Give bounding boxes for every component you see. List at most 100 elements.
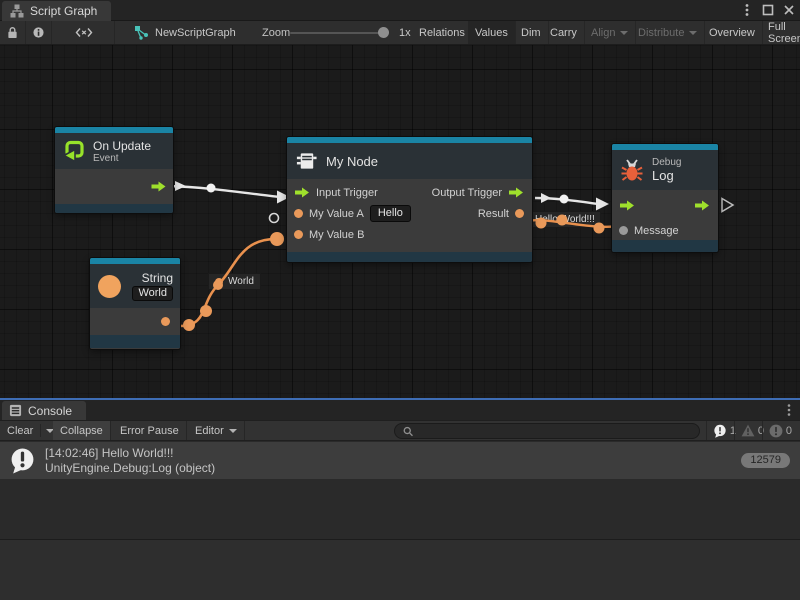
titlebar: Script Graph [0, 0, 800, 21]
align-button[interactable]: Align [584, 21, 636, 44]
chevron-down-icon [689, 31, 697, 35]
console-log-list[interactable]: [14:02:46] Hello World!!! UnityEngine.De… [0, 441, 800, 539]
lock-icon [7, 26, 18, 39]
console-toolbar: Clear Collapse Error Pause Editor [0, 420, 800, 441]
value-input-port-icon[interactable] [619, 226, 628, 235]
trigger-output-port-icon[interactable] [150, 181, 167, 192]
lock-button[interactable] [0, 21, 26, 44]
log-message: [14:02:46] Hello World!!! [45, 446, 741, 461]
node-title: My Node [326, 154, 378, 169]
tab-label: Script Graph [30, 4, 97, 18]
relations-button[interactable]: Relations [412, 21, 473, 44]
collapse-count-badge: 12579 [741, 453, 790, 468]
warning-count-icon [741, 424, 755, 437]
graph-toolbar: NewScriptGraph Zoom 1x Relations Values … [0, 21, 800, 45]
value-a-inline-field[interactable]: Hello [370, 205, 411, 222]
unconnected-trigger-triangle-icon [722, 199, 733, 212]
wire-mynode-to-debuglog[interactable] [535, 198, 598, 204]
my-node-icon [295, 150, 318, 172]
maximize-icon[interactable] [761, 3, 775, 17]
unconnected-port-circle-icon [270, 214, 279, 223]
zoom-slider[interactable] [290, 32, 382, 34]
node-debug-log[interactable]: Debug Log Message [612, 144, 718, 252]
node-on-update[interactable]: On Update Event [55, 127, 173, 213]
error-count-icon [769, 424, 783, 438]
node-title: String [129, 271, 173, 285]
kebab-menu-icon[interactable] [787, 403, 791, 420]
console-detail-pane [0, 539, 800, 600]
fullscreen-button[interactable]: Full Screen [761, 21, 800, 44]
close-icon[interactable] [782, 3, 796, 17]
wire-arrowhead-icon [596, 198, 609, 211]
info-icon [33, 26, 44, 39]
unity-visual-scripting-window: Script Graph [0, 0, 800, 600]
search-icon [403, 426, 413, 437]
node-string[interactable]: String World [90, 258, 180, 349]
port-label: Message [634, 225, 679, 237]
error-pause-button[interactable]: Error Pause [113, 421, 187, 440]
port-label: Output Trigger [432, 187, 502, 199]
console-icon [9, 404, 22, 417]
wire-onupdate-to-mynode[interactable] [168, 186, 279, 197]
string-inline-field[interactable]: World [132, 286, 173, 301]
console-panel: Console Clear Collapse Error Pause Edito… [0, 398, 800, 600]
log-info-icon [9, 447, 36, 474]
node-my-node[interactable]: My Node Input Trigger Output Trigger My … [287, 137, 532, 262]
search-input[interactable] [418, 425, 691, 437]
flow-dot [207, 184, 216, 193]
port-label: My Value B [309, 229, 364, 241]
values-button[interactable]: Values [468, 21, 516, 44]
node-footer [287, 252, 532, 262]
port-label: Result [478, 208, 509, 220]
graph-name: NewScriptGraph [155, 27, 236, 39]
tab-script-graph[interactable]: Script Graph [2, 1, 111, 21]
flow-dot [183, 319, 195, 331]
chevron-down-icon [229, 429, 237, 433]
code-icon [75, 27, 93, 38]
log-entry-row[interactable]: [14:02:46] Hello World!!! UnityEngine.De… [0, 442, 800, 479]
carry-button[interactable]: Carry [543, 21, 585, 44]
node-title: Log [652, 168, 681, 183]
string-type-icon [98, 275, 121, 298]
chevron-down-icon [620, 31, 628, 35]
wire-value-label-world: World [208, 273, 261, 290]
clear-button[interactable]: Clear [0, 421, 59, 440]
kebab-menu-icon[interactable] [740, 3, 754, 17]
edit-graph-button[interactable] [53, 21, 115, 44]
script-graph-icon [10, 4, 24, 18]
error-count-toggle[interactable]: 0 [762, 421, 798, 440]
graph-breadcrumb[interactable]: NewScriptGraph [130, 21, 243, 44]
value-output-port-icon[interactable] [161, 317, 170, 326]
flow-dot [560, 195, 569, 204]
node-footer [90, 335, 180, 348]
collapse-button[interactable]: Collapse [53, 421, 111, 440]
wire-value-label-result: Hello World!!! [529, 211, 601, 228]
node-category: Debug [652, 157, 681, 168]
trigger-input-port-icon[interactable] [294, 187, 310, 198]
value-input-port-icon[interactable] [294, 230, 303, 239]
distribute-button[interactable]: Distribute [631, 21, 705, 44]
flow-dot [200, 305, 212, 317]
log-stacktrace: UnityEngine.Debug:Log (object) [45, 461, 741, 476]
wire-start-arrow-icon [175, 181, 186, 191]
tab-console[interactable]: Console [2, 401, 86, 420]
node-subtitle: Event [93, 153, 151, 164]
search-box[interactable] [394, 423, 700, 439]
trigger-input-port-icon[interactable] [619, 200, 635, 211]
value-dot-icon [215, 278, 223, 286]
editor-button[interactable]: Editor [188, 421, 245, 440]
port-label: My Value A [309, 208, 364, 220]
zoom-slider-handle[interactable] [378, 27, 389, 38]
overview-button[interactable]: Overview [702, 21, 763, 44]
value-input-port-icon[interactable] [294, 209, 303, 218]
trigger-output-port-icon[interactable] [694, 200, 710, 211]
graph-asset-icon [134, 25, 149, 40]
wire-start-arrow-icon [541, 193, 551, 203]
graph-canvas[interactable]: World Hello World!!! [0, 45, 800, 398]
console-tabbar: Console [0, 400, 800, 420]
value-output-port-icon[interactable] [515, 209, 524, 218]
trigger-output-port-icon[interactable] [508, 187, 524, 198]
node-footer [612, 240, 718, 252]
node-title: On Update [93, 139, 151, 153]
inspect-button[interactable] [26, 21, 52, 44]
